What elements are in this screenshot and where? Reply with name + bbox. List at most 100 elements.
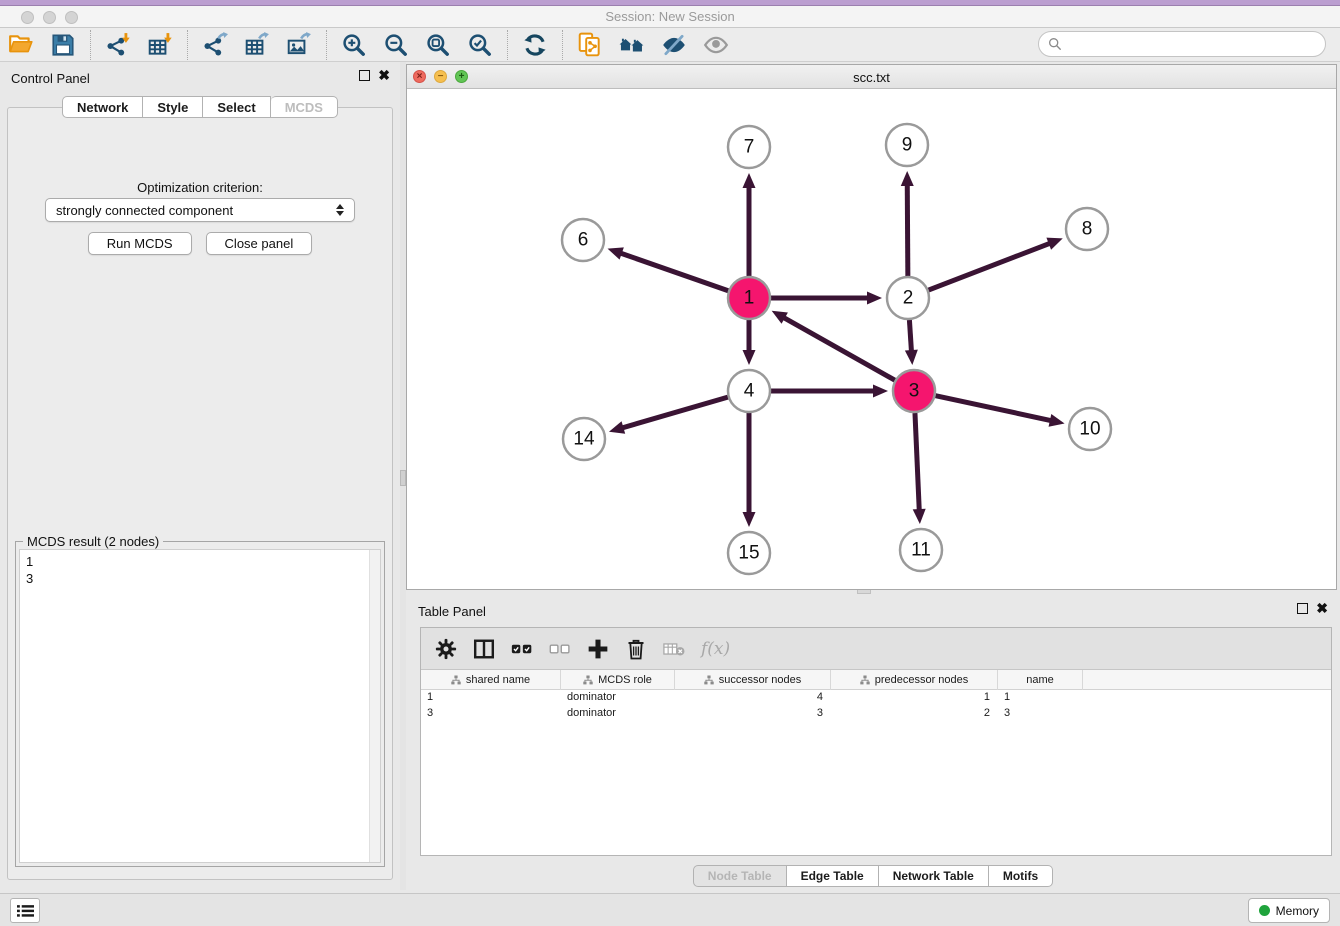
tab-motifs[interactable]: Motifs xyxy=(989,865,1053,887)
graph-node-label: 9 xyxy=(902,135,913,156)
memory-status-icon xyxy=(1259,905,1270,916)
delete-table-icon[interactable] xyxy=(659,634,689,664)
show-all-icon[interactable] xyxy=(701,31,731,59)
network-window-titlebar[interactable]: × − + scc.txt xyxy=(407,65,1336,89)
table-settings-icon[interactable] xyxy=(431,634,461,664)
graph-edge-4-14[interactable] xyxy=(621,397,727,428)
result-scrollbar[interactable] xyxy=(369,550,380,862)
new-network-from-selection-icon[interactable] xyxy=(575,31,605,59)
tab-edge-table[interactable]: Edge Table xyxy=(787,865,879,887)
table-cell[interactable]: dominator xyxy=(561,690,675,706)
float-table-panel-icon[interactable] xyxy=(1297,603,1308,614)
table-cell[interactable]: 1 xyxy=(421,690,561,706)
zoom-in-icon[interactable] xyxy=(339,31,369,59)
table-header-row: shared nameMCDS rolesuccessor nodesprede… xyxy=(421,670,1331,690)
graph-node-label: 1 xyxy=(744,288,755,309)
column-header-MCDS-role[interactable]: MCDS role xyxy=(561,670,675,690)
tab-network[interactable]: Network xyxy=(62,96,143,118)
deselect-all-checkboxes-icon[interactable] xyxy=(545,634,575,664)
main-toolbar xyxy=(0,28,1340,62)
node-table[interactable]: shared nameMCDS rolesuccessor nodesprede… xyxy=(421,670,1331,855)
open-session-icon[interactable] xyxy=(6,31,36,59)
graph-node-label: 4 xyxy=(744,381,755,402)
list-icon xyxy=(17,904,34,918)
table-panel-title: Table Panel xyxy=(418,604,486,619)
control-panel-title: Control Panel xyxy=(11,71,90,86)
tab-select[interactable]: Select xyxy=(203,96,270,118)
column-header-successor-nodes[interactable]: successor nodes xyxy=(675,670,831,690)
function-builder-icon[interactable]: f(x) xyxy=(697,634,734,664)
graph-node-label: 2 xyxy=(903,288,914,309)
import-table-icon[interactable] xyxy=(145,31,175,59)
graph-edge-2-3[interactable] xyxy=(909,320,911,352)
search-icon xyxy=(1048,37,1062,51)
tab-node-table[interactable]: Node Table xyxy=(693,865,787,887)
control-panel-tabs: NetworkStyleSelectMCDS xyxy=(0,96,400,118)
application-window: Session: New Session Control Panel xyxy=(0,0,1340,926)
table-cell[interactable]: 3 xyxy=(421,706,561,722)
column-header-shared-name[interactable]: shared name xyxy=(421,670,561,690)
graph-edge-3-10[interactable] xyxy=(936,396,1052,421)
zoom-fit-icon[interactable] xyxy=(423,31,453,59)
graph-edge-arrowhead xyxy=(913,509,926,524)
float-panel-icon[interactable] xyxy=(359,70,370,81)
table-cell[interactable]: 3 xyxy=(675,706,831,722)
zoom-out-icon[interactable] xyxy=(381,31,411,59)
table-body: 1dominator4113dominator323 xyxy=(421,690,1331,722)
window-title: Session: New Session xyxy=(0,9,1340,24)
export-network-icon[interactable] xyxy=(200,31,230,59)
graph-edge-3-11[interactable] xyxy=(915,413,919,511)
graph-edge-arrowhead xyxy=(873,385,888,398)
table-cell[interactable]: 3 xyxy=(998,706,1083,722)
run-mcds-button[interactable]: Run MCDS xyxy=(88,232,192,255)
table-cell[interactable]: 1 xyxy=(998,690,1083,706)
table-cell[interactable]: 1 xyxy=(831,690,998,706)
column-header-predecessor-nodes[interactable]: predecessor nodes xyxy=(831,670,998,690)
table-cell[interactable]: 2 xyxy=(831,706,998,722)
first-neighbors-icon[interactable] xyxy=(617,31,647,59)
delete-column-icon[interactable] xyxy=(621,634,651,664)
select-all-checkboxes-icon[interactable] xyxy=(507,634,537,664)
graph-edge-2-9[interactable] xyxy=(907,184,908,276)
hide-selected-icon[interactable] xyxy=(659,31,689,59)
optimization-criterion-label: Optimization criterion: xyxy=(8,180,392,195)
import-network-icon[interactable] xyxy=(103,31,133,59)
apply-layout-icon[interactable] xyxy=(520,31,550,59)
memory-button[interactable]: Memory xyxy=(1248,898,1330,923)
graph-node-label: 11 xyxy=(911,540,931,561)
window-accent-strip xyxy=(0,0,1340,6)
close-panel-button[interactable]: Close panel xyxy=(206,232,313,255)
save-session-icon[interactable] xyxy=(48,31,78,59)
table-row[interactable]: 1dominator411 xyxy=(421,690,1331,706)
network-graph-canvas[interactable]: 7968124314101511 xyxy=(407,89,1336,589)
tab-network-table[interactable]: Network Table xyxy=(879,865,989,887)
graph-edge-arrowhead xyxy=(743,350,756,365)
criterion-select[interactable]: strongly connected component xyxy=(45,198,355,222)
close-panel-icon[interactable]: ✖ xyxy=(378,70,390,81)
tab-style[interactable]: Style xyxy=(143,96,203,118)
table-row[interactable]: 3dominator323 xyxy=(421,706,1331,722)
table-panel: Table Panel ✖ f(x) shared nameMCDS roles… xyxy=(406,595,1340,890)
tab-mcds[interactable]: MCDS xyxy=(271,96,338,118)
control-panel: Control Panel ✖ NetworkStyleSelectMCDS O… xyxy=(0,62,400,886)
mcds-result-textarea[interactable]: 1 3 xyxy=(19,549,381,863)
graph-node-label: 15 xyxy=(738,543,759,564)
zoom-selected-icon[interactable] xyxy=(465,31,495,59)
search-input[interactable] xyxy=(1038,31,1326,57)
table-cell[interactable]: 4 xyxy=(675,690,831,706)
close-table-panel-icon[interactable]: ✖ xyxy=(1316,603,1328,614)
export-image-icon[interactable] xyxy=(284,31,314,59)
task-history-button[interactable] xyxy=(10,898,40,923)
graph-edge-3-1[interactable] xyxy=(783,317,895,380)
graph-edge-2-8[interactable] xyxy=(929,243,1051,290)
graph-edge-arrowhead xyxy=(901,171,914,186)
column-layout-icon[interactable] xyxy=(469,634,499,664)
graph-edge-arrowhead xyxy=(743,512,756,527)
table-cell[interactable]: dominator xyxy=(561,706,675,722)
graph-edge-1-6[interactable] xyxy=(620,253,728,291)
add-column-icon[interactable] xyxy=(583,634,613,664)
column-header-name[interactable]: name xyxy=(998,670,1083,690)
network-window-title: scc.txt xyxy=(407,70,1336,85)
toolbar-separator xyxy=(507,30,508,60)
export-table-icon[interactable] xyxy=(242,31,272,59)
